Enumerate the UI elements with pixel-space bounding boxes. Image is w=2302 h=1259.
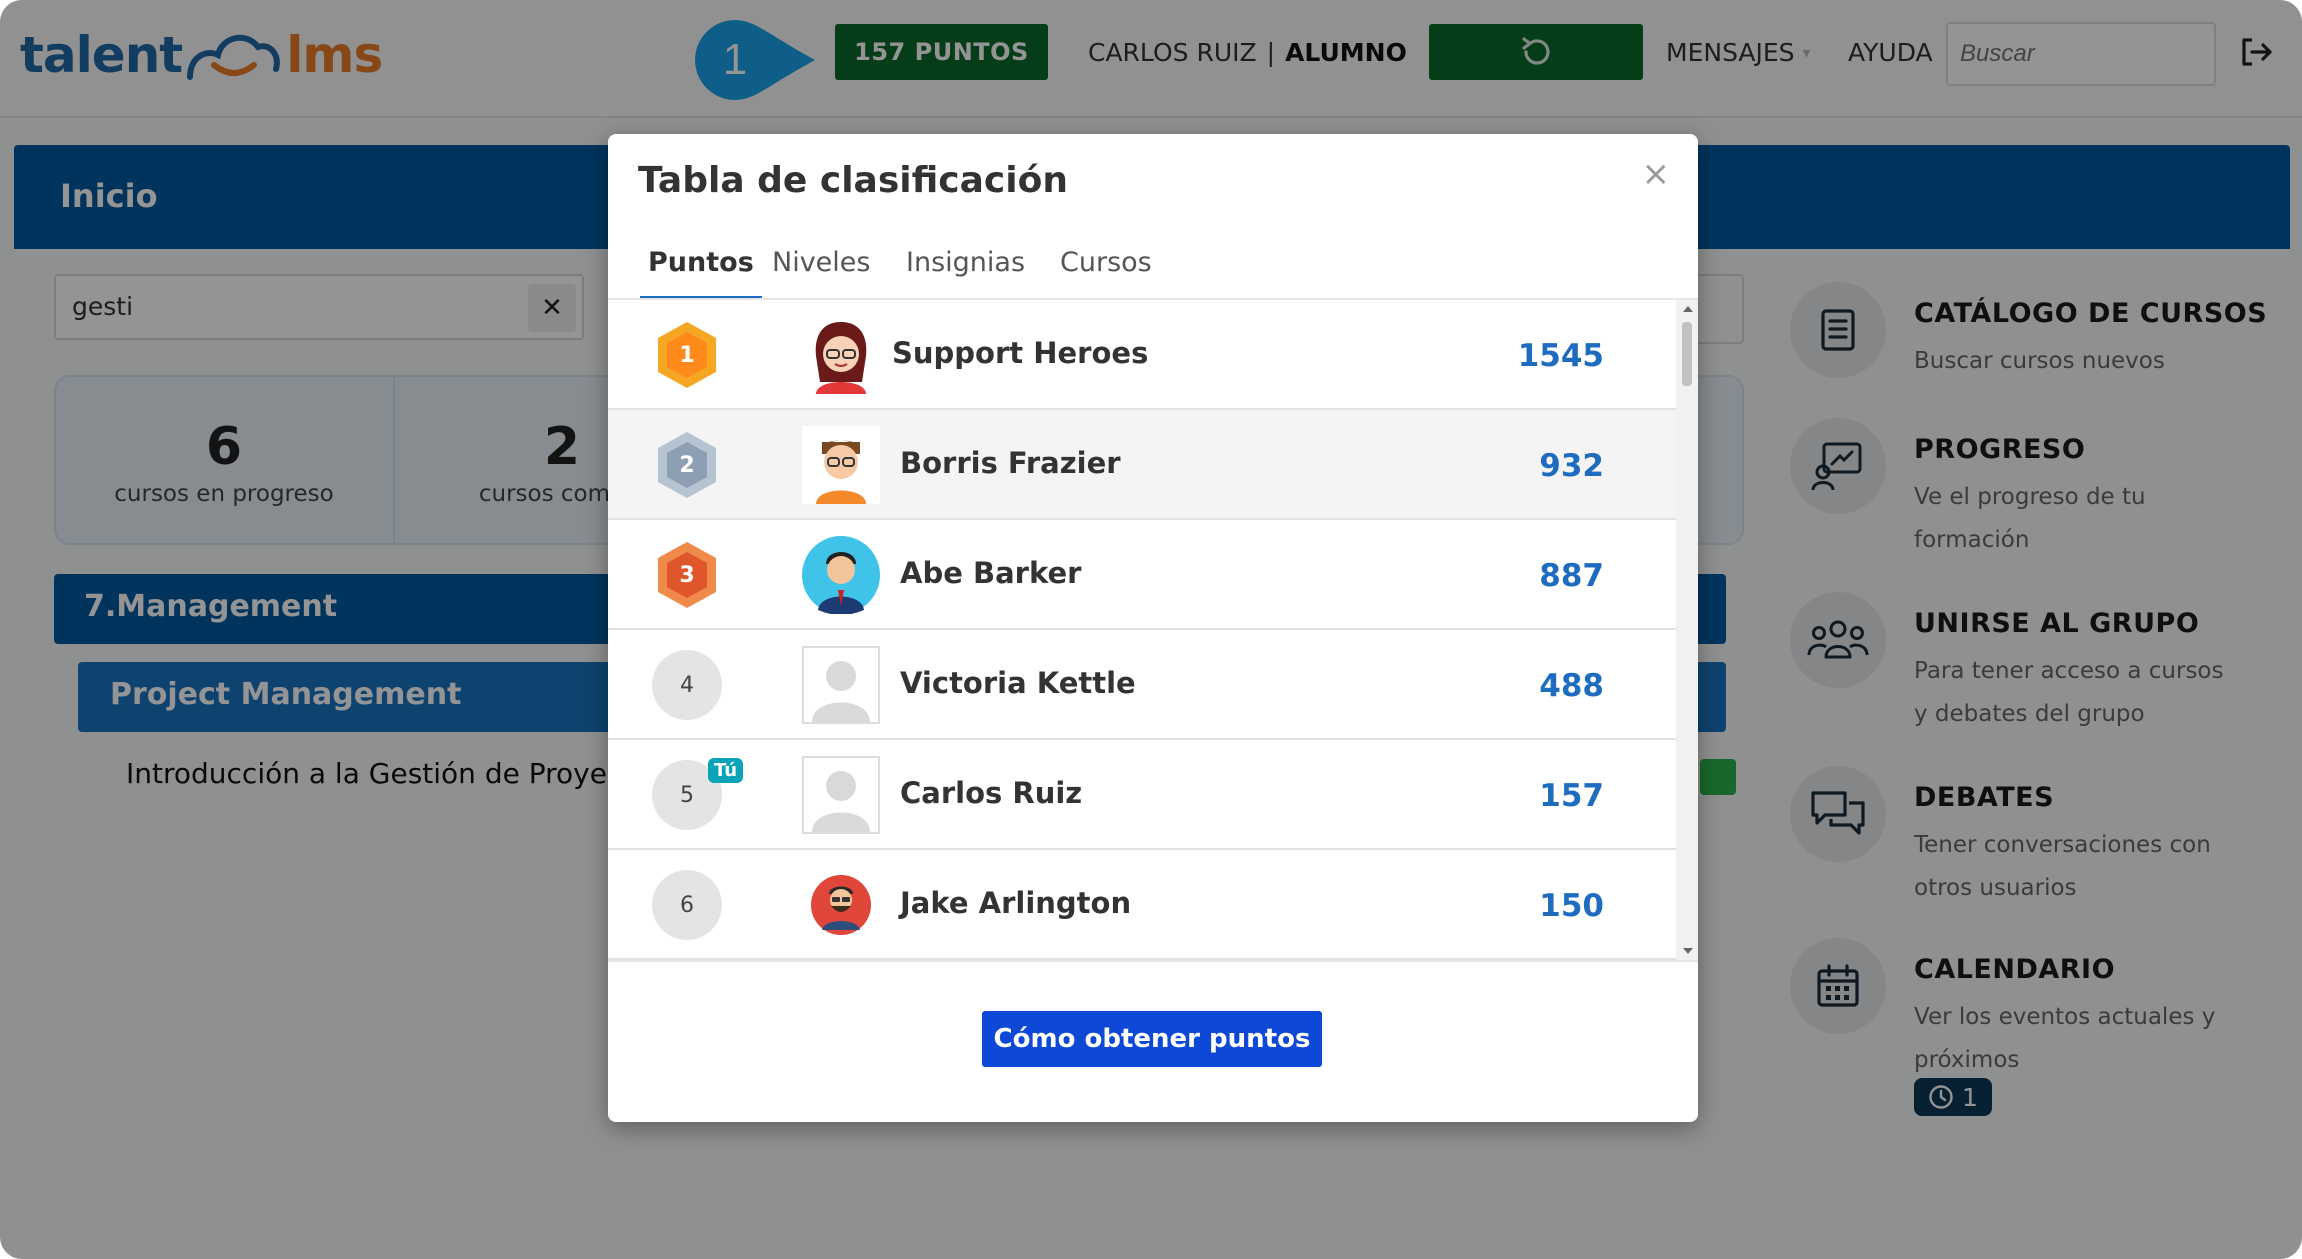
tab-points[interactable]: Puntos	[640, 232, 762, 300]
tab-courses[interactable]: Cursos	[1052, 232, 1160, 296]
points-value: 157	[1539, 778, 1604, 814]
user-name: Abe Barker	[900, 556, 1082, 590]
avatar-icon	[811, 875, 871, 935]
tab-levels[interactable]: Niveles	[764, 232, 878, 296]
leaderboard-row-current-user: 5 Tú Carlos Ruiz 157	[608, 740, 1676, 850]
user-name: Borris Frazier	[900, 446, 1121, 480]
avatar-icon	[815, 322, 867, 394]
points-value: 932	[1539, 448, 1604, 484]
leaderboard-tabs: Puntos Niveles Insignias Cursos	[632, 232, 1682, 300]
rank-number: 6	[652, 870, 722, 940]
you-badge: Tú	[708, 758, 744, 783]
points-value: 887	[1539, 558, 1604, 594]
default-avatar-icon	[802, 646, 880, 724]
modal-title: Tabla de clasificación	[638, 160, 1068, 201]
rank-number: 2	[679, 452, 695, 478]
default-avatar-icon	[802, 756, 880, 834]
app-window: talent lms 1 157 PUNTOS CARLOS RUIZ | AL…	[0, 0, 2302, 1259]
how-to-earn-points-button[interactable]: Cómo obtener puntos	[982, 1011, 1322, 1067]
scroll-up-arrow-icon[interactable]	[1683, 306, 1693, 312]
leaderboard-row: 1 Support Heroes 1545	[608, 300, 1676, 410]
tab-badges[interactable]: Insignias	[898, 232, 1033, 296]
leaderboard-row: 4 Victoria Kettle 488	[608, 630, 1676, 740]
leaderboard-modal: Tabla de clasificación × Puntos Niveles …	[608, 134, 1698, 1122]
user-name: Support Heroes	[892, 336, 1149, 370]
user-name: Carlos Ruiz	[900, 776, 1083, 810]
leaderboard-row: 6 Jake Arlington 150	[608, 850, 1676, 960]
rank-number: 1	[679, 342, 695, 368]
leaderboard-row: 2 Borris Frazier 932	[608, 410, 1676, 520]
scroll-down-arrow-icon[interactable]	[1683, 948, 1693, 954]
scrollbar-thumb[interactable]	[1682, 322, 1692, 386]
points-value: 488	[1539, 668, 1604, 704]
points-value: 1545	[1517, 338, 1604, 374]
rank-number: 4	[652, 650, 722, 720]
leaderboard-scrollbar[interactable]	[1676, 300, 1698, 960]
avatar-icon	[802, 426, 880, 504]
user-name: Victoria Kettle	[900, 666, 1136, 700]
rank-number: 3	[679, 562, 695, 588]
leaderboard-row: 3 Abe Barker 887	[608, 520, 1676, 630]
points-value: 150	[1539, 888, 1604, 924]
footer-divider	[608, 960, 1698, 962]
close-icon[interactable]: ×	[1642, 154, 1671, 194]
leaderboard-list[interactable]: 1 Support Heroes 1545 2 Borris Frazier 9…	[608, 300, 1676, 960]
avatar-icon	[802, 536, 880, 614]
user-name: Jake Arlington	[900, 886, 1132, 920]
